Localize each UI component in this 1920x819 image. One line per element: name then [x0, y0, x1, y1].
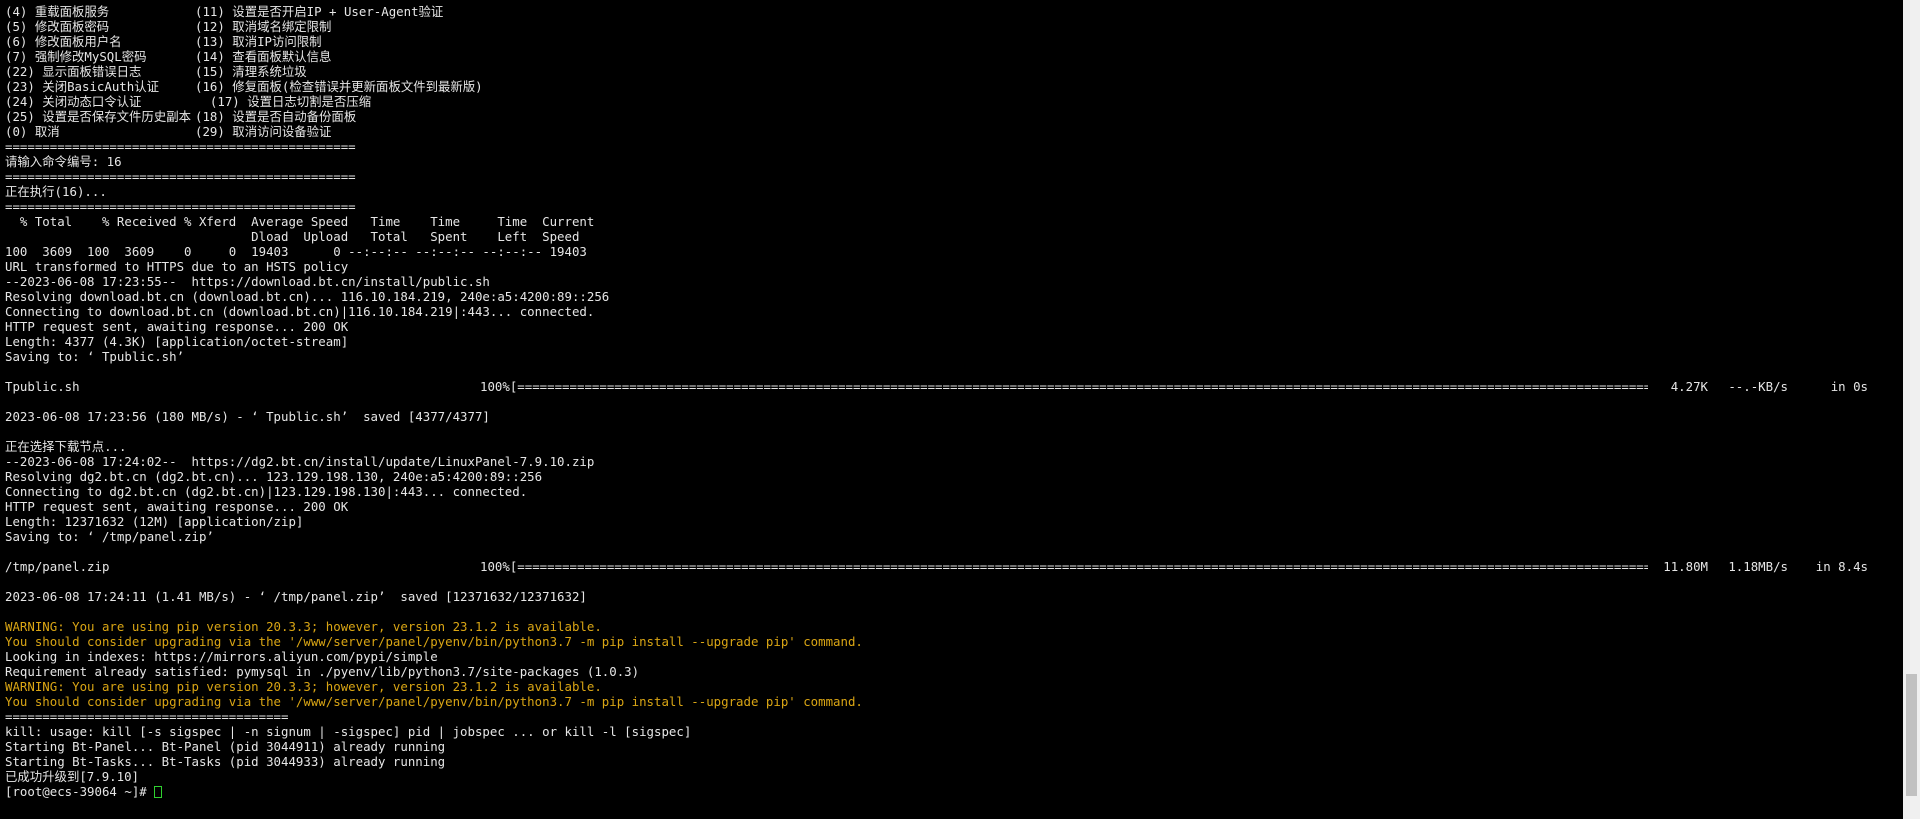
menu-row: (25) 设置是否保存文件历史副本 (18) 设置是否自动备份面板 [5, 109, 1885, 124]
output-line: % Total % Received % Xferd Average Speed… [5, 214, 595, 229]
output-block-download-script: ========================================… [5, 139, 1885, 379]
progress-time: in 8.4s [1815, 559, 1868, 574]
menu-option: (22) 显示面板错误日志 [5, 64, 142, 79]
terminal-output[interactable]: (4) 重载面板服务 (11) 设置是否开启IP + User-Agent验证 (5… [5, 4, 1885, 815]
warning-line: WARNING: You are using pip version 20.3.… [5, 679, 602, 694]
menu-option: (29) 取消访问设备验证 [195, 124, 332, 139]
output-line: ========================================… [5, 139, 356, 154]
output-line: 已成功升级到[7.9.10] [5, 769, 140, 784]
output-line: Starting Bt-Tasks... Bt-Tasks (pid 30449… [5, 754, 446, 769]
output-line: Resolving dg2.bt.cn (dg2.bt.cn)... 123.1… [5, 469, 543, 484]
output-line: 正在执行(16)... [5, 184, 107, 199]
output-line: Requirement already satisfied: pymysql i… [5, 664, 640, 679]
menu-option: (13) 取消IP访问限制 [195, 34, 322, 49]
output-block-download-panel: 2023-06-08 17:23:56 (180 MB/s) - ‘ Tpubl… [5, 394, 1885, 559]
output-line: URL transformed to HTTPS due to an HSTS … [5, 259, 349, 274]
output-line: --2023-06-08 17:24:02-- https://dg2.bt.c… [5, 454, 595, 469]
text-cursor [154, 786, 163, 798]
output-line: Looking in indexes: https://mirrors.aliy… [5, 649, 438, 664]
menu-row: (0) 取消 (29) 取消访问设备验证 [5, 124, 1885, 139]
output-line: ========================================… [5, 199, 356, 214]
output-line: --2023-06-08 17:23:55-- https://download… [5, 274, 490, 289]
bt-menu: (4) 重载面板服务 (11) 设置是否开启IP + User-Agent验证 (5… [5, 4, 1885, 139]
shell-prompt: [root@ecs-39064 ~]# [5, 784, 155, 799]
output-line: Dload Upload Total Spent Left Speed [5, 229, 580, 244]
output-line: Saving to: ‘ Tpublic.sh’ [5, 349, 185, 364]
output-line: HTTP request sent, awaiting response... … [5, 319, 349, 334]
download-progress-tpublic: Tpublic.sh 100% [=======================… [5, 379, 1885, 394]
menu-row: (7) 强制修改MySQL密码 (14) 查看面板默认信息 [5, 49, 1885, 64]
warning-line: You should consider upgrading via the '/… [5, 634, 863, 649]
menu-option: (15) 清理系统垃圾 [195, 64, 307, 79]
menu-option: (17) 设置日志切割是否压缩 [195, 94, 372, 109]
menu-row: (5) 修改面板密码 (12) 取消域名绑定限制 [5, 19, 1885, 34]
warning-line: WARNING: You are using pip version 20.3.… [5, 619, 602, 634]
output-line: HTTP request sent, awaiting response... … [5, 499, 349, 514]
output-line: Resolving download.bt.cn (download.bt.cn… [5, 289, 610, 304]
menu-option: (6) 修改面板用户名 [5, 34, 122, 49]
output-line: Length: 12371632 (12M) [application/zip] [5, 514, 304, 529]
progress-size: 4.27K [1670, 379, 1708, 394]
output-line: Saving to: ‘ /tmp/panel.zip’ [5, 529, 214, 544]
output-line: Starting Bt-Panel... Bt-Panel (pid 30449… [5, 739, 446, 754]
output-line: 请输入命令编号: 16 [5, 154, 122, 169]
vertical-scrollbar[interactable] [1903, 0, 1920, 819]
output-line: 2023-06-08 17:23:56 (180 MB/s) - ‘ Tpubl… [5, 409, 490, 424]
menu-option: (18) 设置是否自动备份面板 [195, 109, 357, 124]
output-line: Connecting to dg2.bt.cn (dg2.bt.cn)|123.… [5, 484, 528, 499]
menu-row: (22) 显示面板错误日志 (15) 清理系统垃圾 [5, 64, 1885, 79]
menu-option: (5) 修改面板密码 [5, 19, 110, 34]
menu-option: (25) 设置是否保存文件历史副本 [5, 109, 191, 124]
menu-row: (23) 关闭BasicAuth认证 (16) 修复面板(检查错误并更新面板文件到… [5, 79, 1885, 94]
output-block-upgrade-result: 2023-06-08 17:24:11 (1.41 MB/s) - ‘ /tmp… [5, 574, 1885, 784]
scrollbar-thumb[interactable] [1906, 674, 1917, 796]
progress-filename: /tmp/panel.zip [5, 559, 110, 574]
progress-size: 11.80M [1663, 559, 1708, 574]
progress-bar: [=======================================… [509, 559, 1648, 574]
progress-speed: --.-KB/s [1728, 379, 1788, 394]
output-line: ========================================… [5, 169, 356, 184]
progress-percent: 100% [480, 559, 510, 574]
output-line: 100 3609 100 3609 0 0 19403 0 --:--:-- -… [5, 244, 587, 259]
menu-option: (24) 关闭动态口令认证 [5, 94, 142, 109]
menu-option: (23) 关闭BasicAuth认证 [5, 79, 159, 94]
progress-time: in 0s [1830, 379, 1868, 394]
menu-option: (11) 设置是否开启IP + User-Agent验证 [195, 4, 444, 19]
progress-filename: Tpublic.sh [5, 379, 80, 394]
menu-row: (6) 修改面板用户名 (13) 取消IP访问限制 [5, 34, 1885, 49]
menu-row: (4) 重载面板服务 (11) 设置是否开启IP + User-Agent验证 [5, 4, 1885, 19]
menu-option: (4) 重载面板服务 [5, 4, 110, 19]
output-line: Length: 4377 (4.3K) [application/octet-s… [5, 334, 349, 349]
output-line: kill: usage: kill [-s sigspec | -n signu… [5, 724, 692, 739]
progress-speed: 1.18MB/s [1728, 559, 1788, 574]
menu-option: (16) 修复面板(检查错误并更新面板文件到最新版) [195, 79, 483, 94]
download-progress-panel: /tmp/panel.zip 100% [===================… [5, 559, 1885, 574]
progress-bar: [=======================================… [509, 379, 1648, 394]
menu-option: (14) 查看面板默认信息 [195, 49, 332, 64]
shell-prompt-line[interactable]: [root@ecs-39064 ~]# [5, 784, 1885, 799]
menu-option: (7) 强制修改MySQL密码 [5, 49, 147, 64]
menu-option: (12) 取消域名绑定限制 [195, 19, 332, 34]
output-line: 2023-06-08 17:24:11 (1.41 MB/s) - ‘ /tmp… [5, 589, 587, 604]
warning-line: You should consider upgrading via the '/… [5, 694, 863, 709]
output-line: 正在选择下载节点... [5, 439, 127, 454]
output-line: Connecting to download.bt.cn (download.b… [5, 304, 595, 319]
menu-option: (0) 取消 [5, 124, 60, 139]
output-line: ====================================== [5, 709, 289, 724]
menu-row: (24) 关闭动态口令认证 (17) 设置日志切割是否压缩 [5, 94, 1885, 109]
progress-percent: 100% [480, 379, 510, 394]
